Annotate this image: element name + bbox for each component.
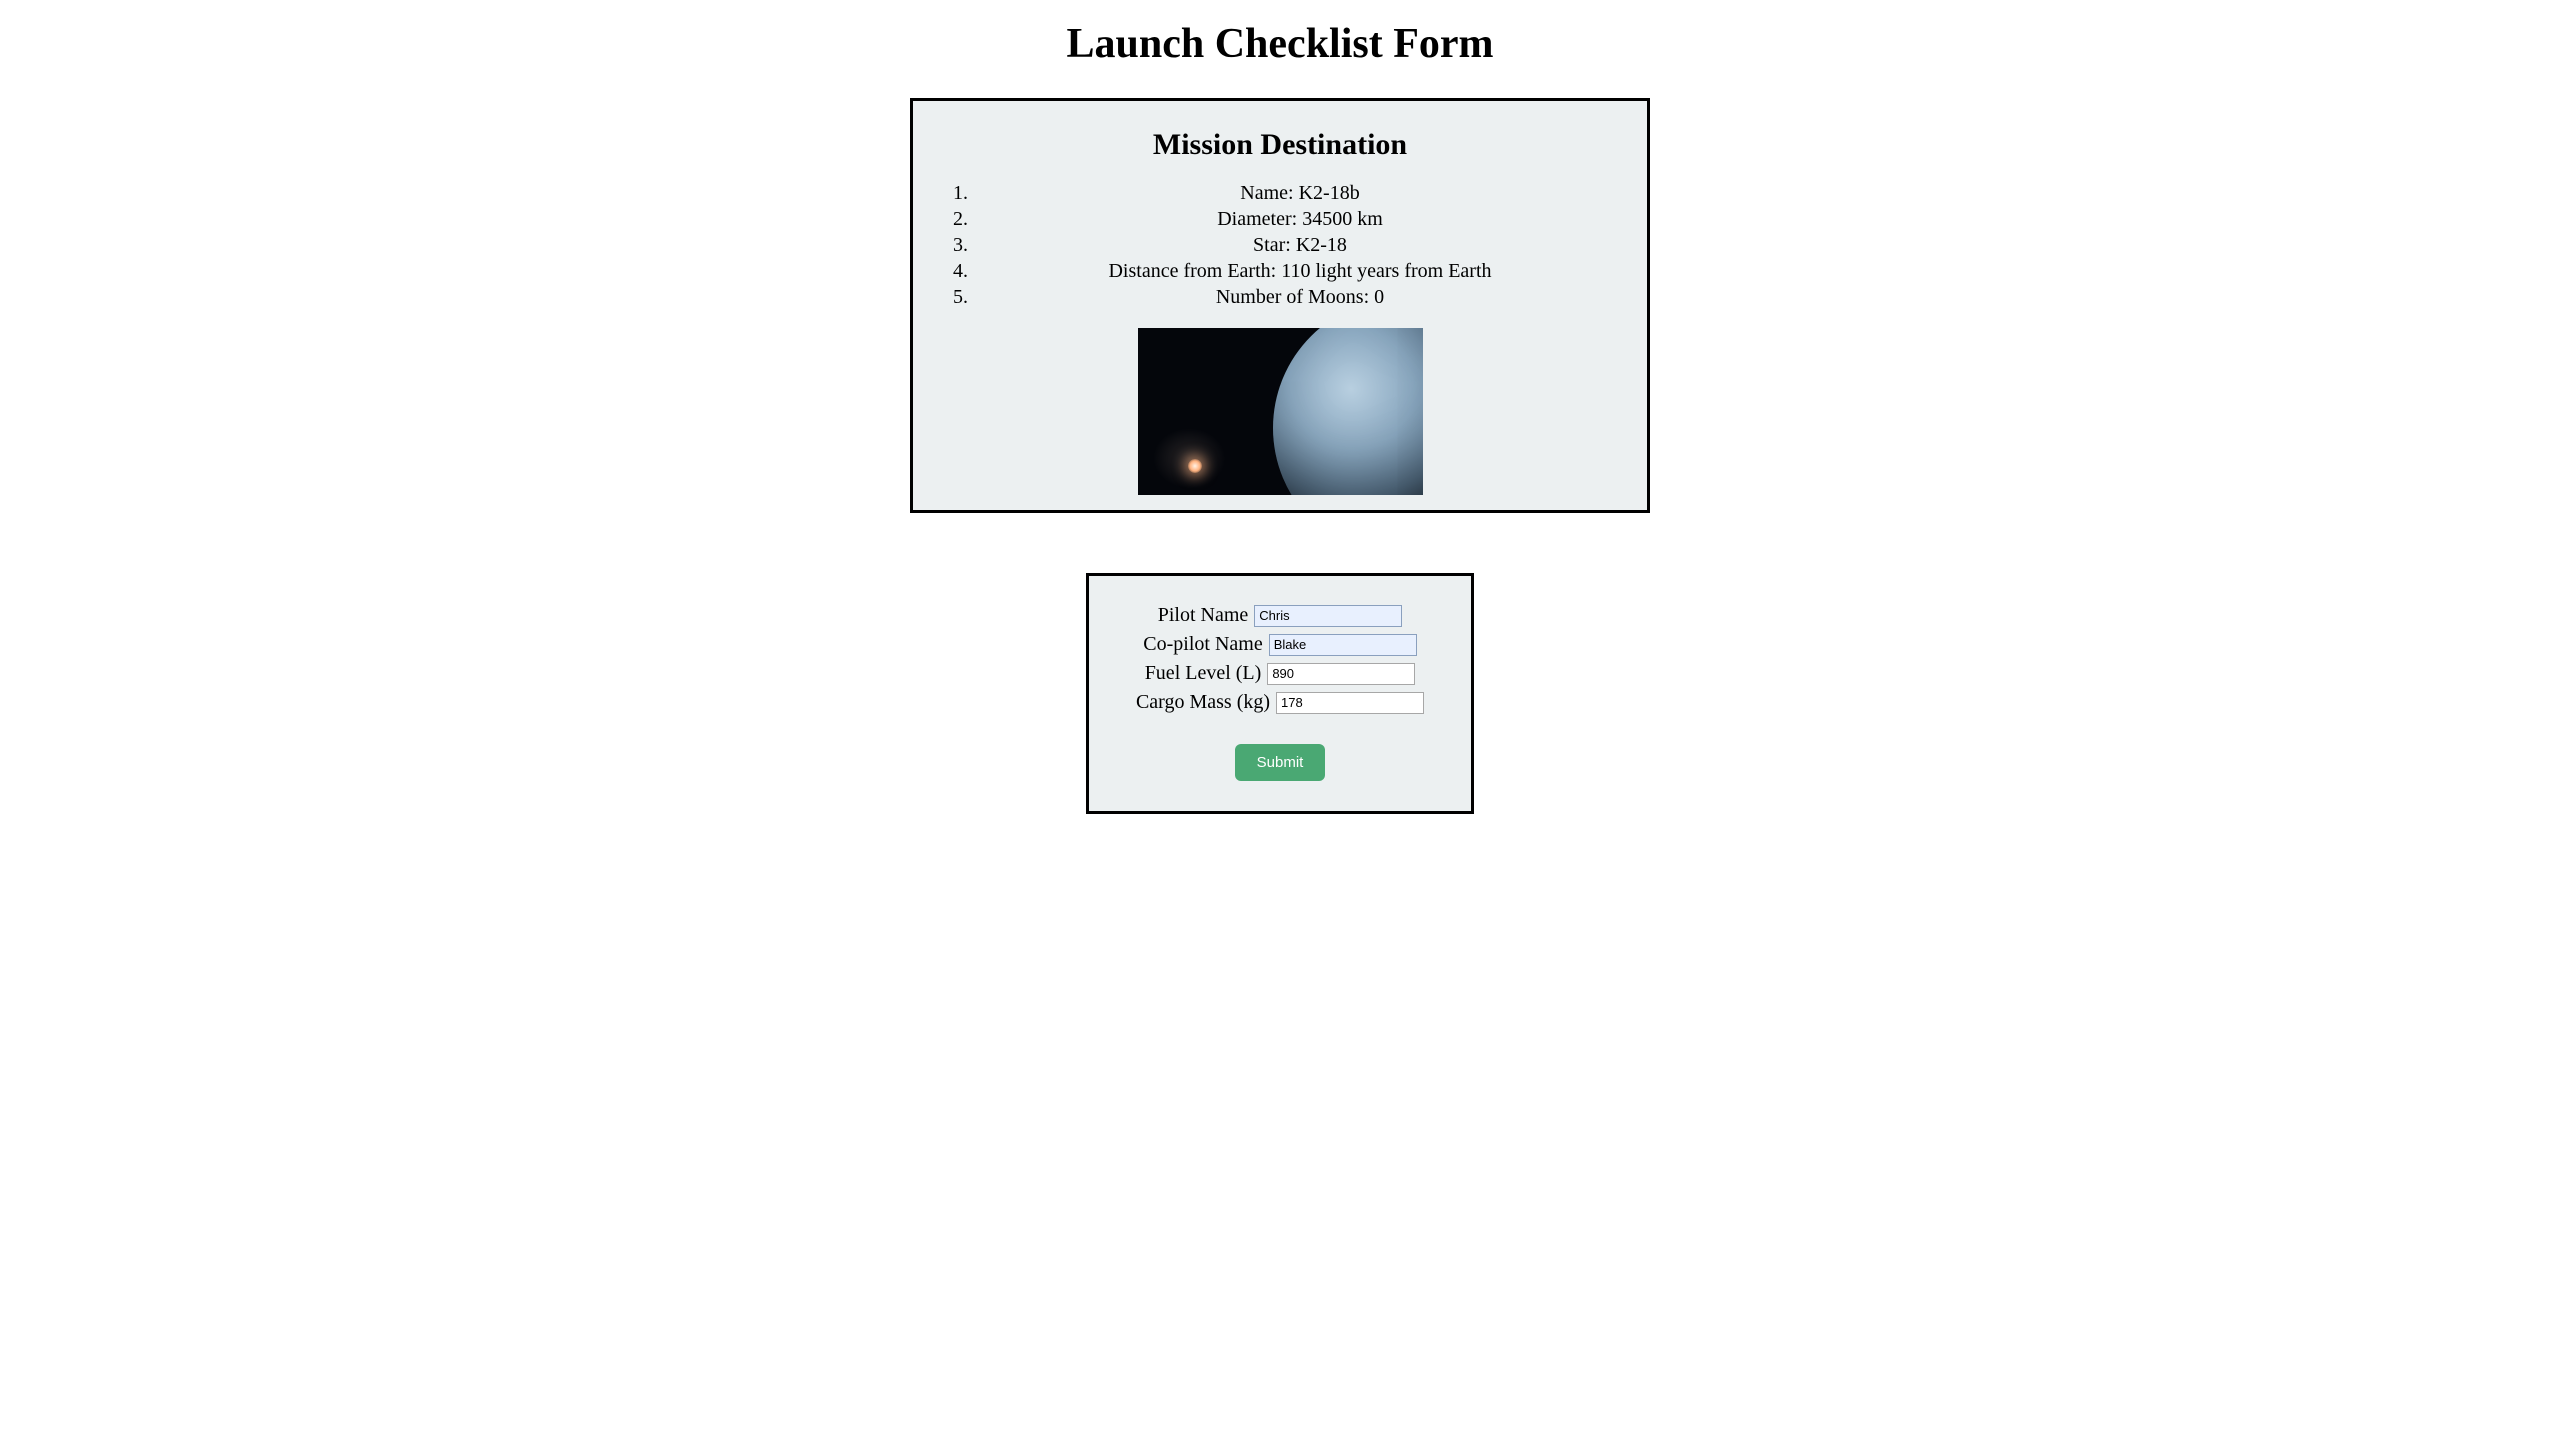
list-item: Star: K2-18 <box>973 232 1627 258</box>
fuel-level-input[interactable] <box>1267 663 1415 685</box>
form-row-cargo: Cargo Mass (kg) <box>1109 691 1451 714</box>
list-item: Name: K2-18b <box>973 180 1627 206</box>
form-row-fuel: Fuel Level (L) <box>1109 662 1451 685</box>
list-item: Number of Moons: 0 <box>973 284 1627 310</box>
pilot-label: Pilot Name <box>1158 604 1249 627</box>
cargo-mass-input[interactable] <box>1276 692 1424 714</box>
submit-button[interactable]: Submit <box>1235 744 1326 781</box>
form-row-pilot: Pilot Name <box>1109 604 1451 627</box>
copilot-name-input[interactable] <box>1269 634 1417 656</box>
fuel-label: Fuel Level (L) <box>1145 662 1262 685</box>
list-item: Diameter: 34500 km <box>973 206 1627 232</box>
page-title: Launch Checklist Form <box>0 20 2560 68</box>
launch-form-panel: Pilot Name Co-pilot Name Fuel Level (L) … <box>1086 573 1474 814</box>
planet-image <box>1138 328 1423 495</box>
planet-icon <box>1273 328 1423 495</box>
mission-details-list: Name: K2-18b Diameter: 34500 km Star: K2… <box>933 180 1627 310</box>
star-icon <box>1188 459 1202 473</box>
mission-heading: Mission Destination <box>933 128 1627 162</box>
pilot-name-input[interactable] <box>1254 605 1402 627</box>
list-item: Distance from Earth: 110 light years fro… <box>973 258 1627 284</box>
launch-form: Pilot Name Co-pilot Name Fuel Level (L) … <box>1109 604 1451 781</box>
form-row-copilot: Co-pilot Name <box>1109 633 1451 656</box>
copilot-label: Co-pilot Name <box>1143 633 1262 656</box>
cargo-label: Cargo Mass (kg) <box>1136 691 1270 714</box>
mission-destination-panel: Mission Destination Name: K2-18b Diamete… <box>910 98 1650 513</box>
